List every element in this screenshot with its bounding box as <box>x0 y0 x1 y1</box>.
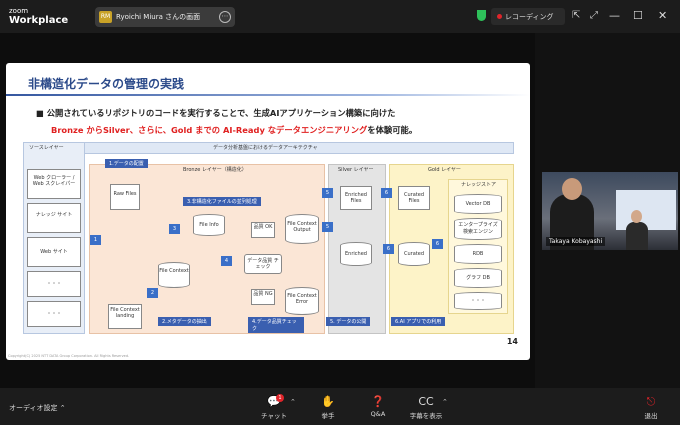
bullet-tail: を体験可能。 <box>367 125 418 135</box>
knowledge-store-label: ナレッジストア <box>461 182 497 188</box>
fullscreen-icon[interactable]: ⤢ <box>590 10 598 22</box>
step-node: 2 <box>147 288 158 298</box>
bullet-line-2: Bronze からSilver、さらに、Gold までの AI-Ready なデ… <box>51 124 417 136</box>
hand-icon: ✋ <box>321 395 335 408</box>
presentation-slide: 非構造化データの管理の実践 ■ 公開されているリポジトリのコードを実行することで… <box>6 63 530 360</box>
pop-out-icon[interactable]: ⇱ <box>572 10 580 22</box>
chat-icon: 💬 <box>267 395 281 408</box>
captions-chevron-icon[interactable]: ⌃ <box>442 398 448 406</box>
step-node: 3 <box>169 224 180 234</box>
step-5-label: 5. データの公開 <box>326 317 371 326</box>
gold-layer-label: Gold レイヤー <box>428 167 461 173</box>
architecture-diagram: データ分析基盤におけるデータアーキテクチャ ソースレイヤー Web クローラー … <box>23 142 514 334</box>
qa-label: Q&A <box>370 410 386 418</box>
more-options-icon[interactable]: ⋯ <box>219 11 231 23</box>
quality-ng-node: 品質 NG <box>251 289 275 305</box>
title-underline <box>6 94 530 96</box>
qa-button[interactable]: ❓ Q&A <box>358 394 398 418</box>
exit-icon: ⎋ <box>646 395 656 408</box>
speaker-head <box>562 178 582 200</box>
source-item: ・・・ <box>27 301 81 327</box>
knowledge-store-item: RDB <box>454 244 502 264</box>
slide-title: 非構造化データの管理の実践 <box>28 77 185 91</box>
step-1-label: 1.データの配置 <box>105 159 148 168</box>
chat-button[interactable]: 💬 1 チャット <box>254 394 294 420</box>
source-item: ナレッジ サイト <box>27 203 81 233</box>
audio-settings-label: オーディオ設定 <box>9 404 58 412</box>
enriched-files-node: Enriched Files <box>340 186 372 210</box>
file-context-output-store: File Context Output <box>285 214 319 244</box>
slide-copyright: Copyright(C) 2025 NTT DATA Group Corpora… <box>8 354 130 358</box>
raise-hand-label: 挙手 <box>321 412 335 420</box>
captions-label: 字幕を表示 <box>409 412 443 420</box>
attendee-figure <box>626 222 648 250</box>
security-shield-icon[interactable] <box>477 10 486 21</box>
record-dot-icon <box>497 14 502 19</box>
audio-settings-button[interactable]: オーディオ設定 ⌃ <box>9 403 66 413</box>
bronze-layer-label: Bronze レイヤー（構造化） <box>183 167 247 173</box>
bullet-highlight: Bronze からSilver、さらに、Gold までの AI-Ready なデ… <box>51 125 368 135</box>
meeting-toolbar: オーディオ設定 ⌃ 💬 1 チャット ⌃ ✋ 挙手 ❓ Q&A CC 字幕を表示… <box>0 388 680 425</box>
knowledge-store-item: Vector DB <box>454 194 502 214</box>
captions-button[interactable]: CC 字幕を表示 <box>406 394 446 420</box>
source-item: Web クローラー / Web スクレイパー <box>27 169 81 199</box>
maximize-button[interactable]: ☐ <box>633 9 643 23</box>
leave-label: 退出 <box>644 412 658 420</box>
question-icon: ❓ <box>371 395 385 408</box>
participant-video[interactable]: Takaya Kobayashi <box>542 172 678 250</box>
step-node: 6 <box>432 239 443 249</box>
chat-chevron-icon[interactable]: ⌃ <box>290 398 296 406</box>
curated-store: Curated <box>398 242 430 266</box>
file-info-store: File Info <box>193 214 225 236</box>
step-node: 5 <box>322 188 333 198</box>
screen-share-label: Ryoichi Miura さんの画面 <box>116 13 201 21</box>
bullet-line-1: ■ 公開されているリポジトリのコードを実行することで、生成AIアプリケーション構… <box>36 108 396 118</box>
step-2-label: 2.メタデータの抽出 <box>158 317 211 326</box>
leave-button[interactable]: ⎋ 退出 <box>637 394 665 420</box>
file-context-store: File Context <box>158 262 190 288</box>
step-node: 5 <box>322 222 333 232</box>
chat-label: チャット <box>261 412 287 420</box>
zoom-logo: zoom Workplace <box>9 6 68 26</box>
recording-label: レコーディング <box>505 13 554 21</box>
diagram-header-label: データ分析基盤におけるデータアーキテクチャ <box>213 145 318 151</box>
step-3-label: 3.非構造化ファイルの並列処理 <box>183 197 261 206</box>
step-node: 6 <box>381 188 392 198</box>
source-item: Web サイト <box>27 237 81 267</box>
page-number: 14 <box>506 337 518 346</box>
captions-icon: CC <box>418 395 434 408</box>
quality-check-node: データ品質 チェック <box>244 254 282 274</box>
step-node: 6 <box>383 244 394 254</box>
recording-indicator[interactable]: レコーディング <box>491 8 565 25</box>
file-context-landing-node: File Context landing <box>108 304 142 329</box>
raw-files-node: Raw Files <box>110 184 140 210</box>
quality-ok-node: 品質 OK <box>251 222 275 238</box>
source-item: ・・・ <box>27 271 81 297</box>
logo-bottom: Workplace <box>9 15 69 26</box>
presenter-avatar: RM <box>99 11 112 23</box>
participant-name: Takaya Kobayashi <box>546 237 606 246</box>
minimize-button[interactable]: — <box>609 9 620 23</box>
knowledge-store-item: エンタープライズ 検索エンジン <box>454 218 502 240</box>
enriched-store: Enriched <box>340 242 372 266</box>
title-bar: zoom Workplace RM Ryoichi Miura さんの画面 ⋯ … <box>0 0 680 33</box>
knowledge-store-item: ・・・ <box>454 292 502 310</box>
silver-layer-label: Silver レイヤー <box>338 167 374 173</box>
chevron-up-icon: ⌃ <box>59 404 66 412</box>
attendee-head <box>631 210 642 223</box>
source-layer-label: ソースレイヤー <box>29 145 64 151</box>
close-button[interactable]: ✕ <box>658 9 667 23</box>
step-4-label: 4.データ品質チェック <box>248 317 304 333</box>
step-node: 1 <box>90 235 101 245</box>
knowledge-store-item: グラフ DB <box>454 268 502 288</box>
raise-hand-button[interactable]: ✋ 挙手 <box>308 394 348 420</box>
curated-files-node: Curated Files <box>398 186 430 210</box>
screen-share-tab[interactable]: RM Ryoichi Miura さんの画面 ⋯ <box>95 7 235 27</box>
step-node: 4 <box>221 256 232 266</box>
step-6-label: 6.AI アプリでの利用 <box>391 317 446 326</box>
chat-badge: 1 <box>276 394 284 402</box>
file-context-error-store: File Context Error <box>285 287 319 315</box>
